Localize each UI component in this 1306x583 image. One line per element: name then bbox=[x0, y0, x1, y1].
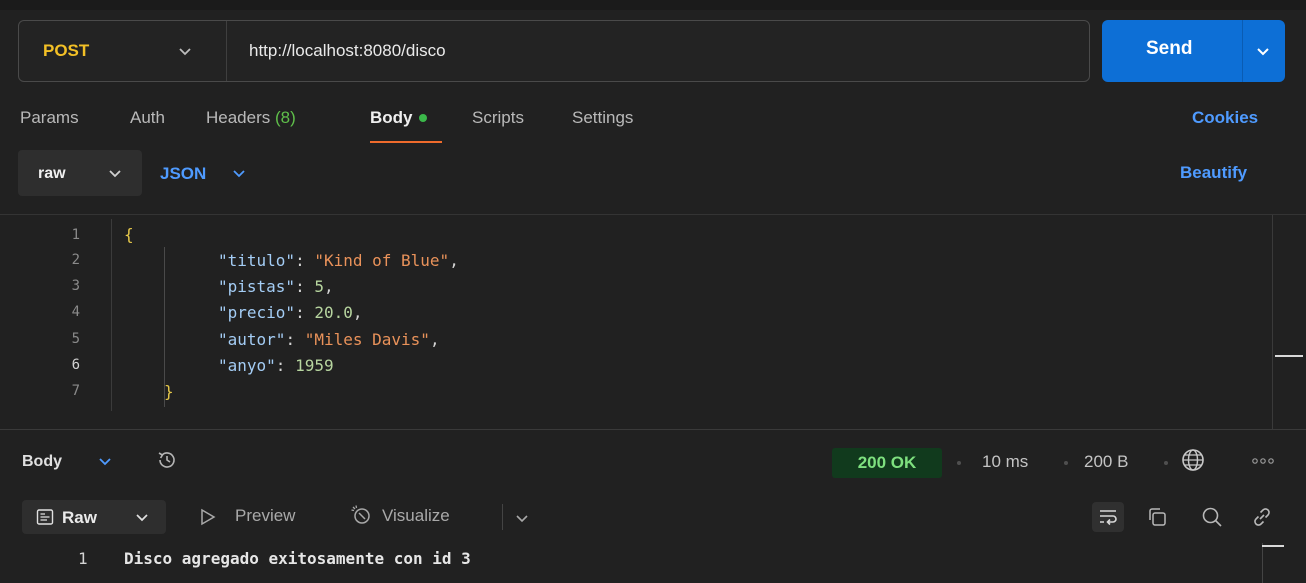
chevron-down-icon[interactable] bbox=[230, 164, 248, 182]
code-line: "pistas": 5, bbox=[218, 277, 334, 296]
json-comma: , bbox=[352, 303, 363, 322]
line-number: 6 bbox=[71, 357, 80, 373]
send-label: Send bbox=[1146, 38, 1193, 59]
json-colon: : bbox=[295, 251, 315, 270]
response-scrollbar-track[interactable] bbox=[1262, 543, 1263, 583]
code-line: "autor": "Miles Davis", bbox=[218, 330, 440, 349]
json-key: "titulo" bbox=[218, 251, 296, 270]
visualize-icon bbox=[351, 505, 370, 524]
tab-headers[interactable]: Headers (8) bbox=[206, 108, 296, 128]
play-icon bbox=[201, 508, 216, 526]
chevron-down-icon[interactable] bbox=[96, 452, 114, 470]
json-key: "autor" bbox=[218, 330, 286, 349]
gutter-separator bbox=[111, 219, 112, 411]
send-button[interactable]: Send bbox=[1102, 20, 1285, 82]
response-view-select[interactable]: Raw bbox=[22, 500, 166, 534]
code-line: "anyo": 1959 bbox=[218, 356, 334, 375]
json-value: "Kind of Blue" bbox=[314, 251, 450, 270]
json-key: "pistas" bbox=[218, 277, 296, 296]
line-number: 2 bbox=[71, 252, 80, 268]
url-input[interactable]: http://localhost:8080/disco bbox=[249, 41, 446, 61]
separator-dot bbox=[1064, 461, 1068, 465]
wrap-icon bbox=[1100, 510, 1117, 526]
response-body-text: Disco agregado exitosamente con id 3 bbox=[124, 549, 471, 568]
json-value: 1959 bbox=[295, 356, 334, 375]
json-value: 5 bbox=[314, 277, 324, 296]
chevron-down-icon bbox=[136, 514, 148, 522]
tab-body-label: Body bbox=[370, 108, 413, 127]
active-tab-underline bbox=[370, 141, 442, 143]
method-select[interactable]: POST bbox=[19, 21, 227, 81]
cookies-link[interactable]: Cookies bbox=[1192, 108, 1258, 128]
chevron-down-icon bbox=[179, 48, 191, 56]
body-mode-select[interactable]: raw bbox=[18, 150, 142, 196]
close-brace: } bbox=[164, 382, 174, 401]
response-time[interactable]: 10 ms bbox=[982, 452, 1028, 472]
json-colon: : bbox=[295, 277, 315, 296]
open-brace: { bbox=[124, 225, 134, 244]
separator-dot bbox=[1164, 461, 1168, 465]
line-number: 7 bbox=[71, 383, 80, 399]
json-key: "anyo" bbox=[218, 356, 276, 375]
link-icon[interactable] bbox=[1250, 505, 1274, 529]
json-comma: , bbox=[429, 330, 440, 349]
history-icon[interactable] bbox=[155, 448, 179, 472]
response-size[interactable]: 200 B bbox=[1084, 452, 1128, 472]
status-badge[interactable]: 200 OK bbox=[832, 448, 942, 478]
tab-headers-label: Headers bbox=[206, 108, 271, 127]
response-view-label: Raw bbox=[62, 508, 97, 527]
code-line: "precio": 20.0, bbox=[218, 303, 363, 322]
editor-scrollbar-thumb[interactable] bbox=[1275, 355, 1303, 357]
request-url-bar: POST http://localhost:8080/disco bbox=[18, 20, 1090, 82]
chevron-down-icon bbox=[109, 170, 121, 178]
method-label: POST bbox=[43, 41, 90, 60]
response-body-select[interactable]: Body bbox=[22, 453, 62, 471]
raw-doc-icon bbox=[36, 509, 54, 525]
json-key: "precio" bbox=[218, 303, 296, 322]
line-number: 4 bbox=[71, 304, 80, 320]
json-value: 20.0 bbox=[314, 303, 353, 322]
headers-count: (8) bbox=[275, 108, 296, 127]
tab-body[interactable]: Body bbox=[370, 108, 427, 128]
more-icon[interactable] bbox=[1250, 456, 1276, 466]
window-top-strip bbox=[0, 0, 1306, 10]
line-number-gutter: 1 2 3 4 5 6 7 bbox=[0, 215, 112, 429]
visualize-button[interactable]: Visualize bbox=[382, 506, 450, 526]
json-comma: , bbox=[449, 251, 459, 270]
body-mode-label: raw bbox=[38, 165, 66, 182]
json-colon: : bbox=[275, 356, 296, 375]
preview-button[interactable]: Preview bbox=[235, 506, 295, 526]
tab-auth[interactable]: Auth bbox=[130, 108, 165, 128]
tab-settings[interactable]: Settings bbox=[572, 108, 633, 128]
line-number: 1 bbox=[71, 227, 80, 243]
json-colon: : bbox=[285, 330, 305, 349]
wrap-lines-button[interactable] bbox=[1092, 502, 1124, 532]
json-value: "Miles Davis" bbox=[304, 330, 430, 349]
tab-params[interactable]: Params bbox=[20, 108, 79, 128]
copy-icon[interactable] bbox=[1146, 506, 1168, 528]
response-scrollbar-thumb[interactable] bbox=[1262, 545, 1284, 547]
response-line-number: 1 bbox=[78, 549, 88, 568]
request-body-editor[interactable]: 1 2 3 4 5 6 7 { "titulo": "Kind of Blue"… bbox=[0, 214, 1306, 430]
body-language-select[interactable]: JSON bbox=[160, 164, 206, 184]
editor-scrollbar-track[interactable] bbox=[1272, 215, 1273, 429]
tab-scripts[interactable]: Scripts bbox=[472, 108, 524, 128]
json-comma: , bbox=[323, 277, 334, 296]
globe-icon[interactable] bbox=[1180, 447, 1206, 473]
beautify-link[interactable]: Beautify bbox=[1180, 163, 1247, 183]
line-number: 3 bbox=[71, 278, 80, 294]
chevron-down-icon[interactable] bbox=[1252, 40, 1274, 62]
chevron-down-icon[interactable] bbox=[514, 510, 530, 526]
separator-dot bbox=[957, 461, 961, 465]
code-line: "titulo": "Kind of Blue", bbox=[218, 251, 459, 270]
body-indicator-dot bbox=[418, 113, 427, 122]
send-divider bbox=[1242, 20, 1243, 82]
search-icon[interactable] bbox=[1200, 505, 1224, 529]
toolbar-divider bbox=[502, 504, 503, 530]
json-colon: : bbox=[295, 303, 315, 322]
line-number: 5 bbox=[71, 331, 80, 347]
